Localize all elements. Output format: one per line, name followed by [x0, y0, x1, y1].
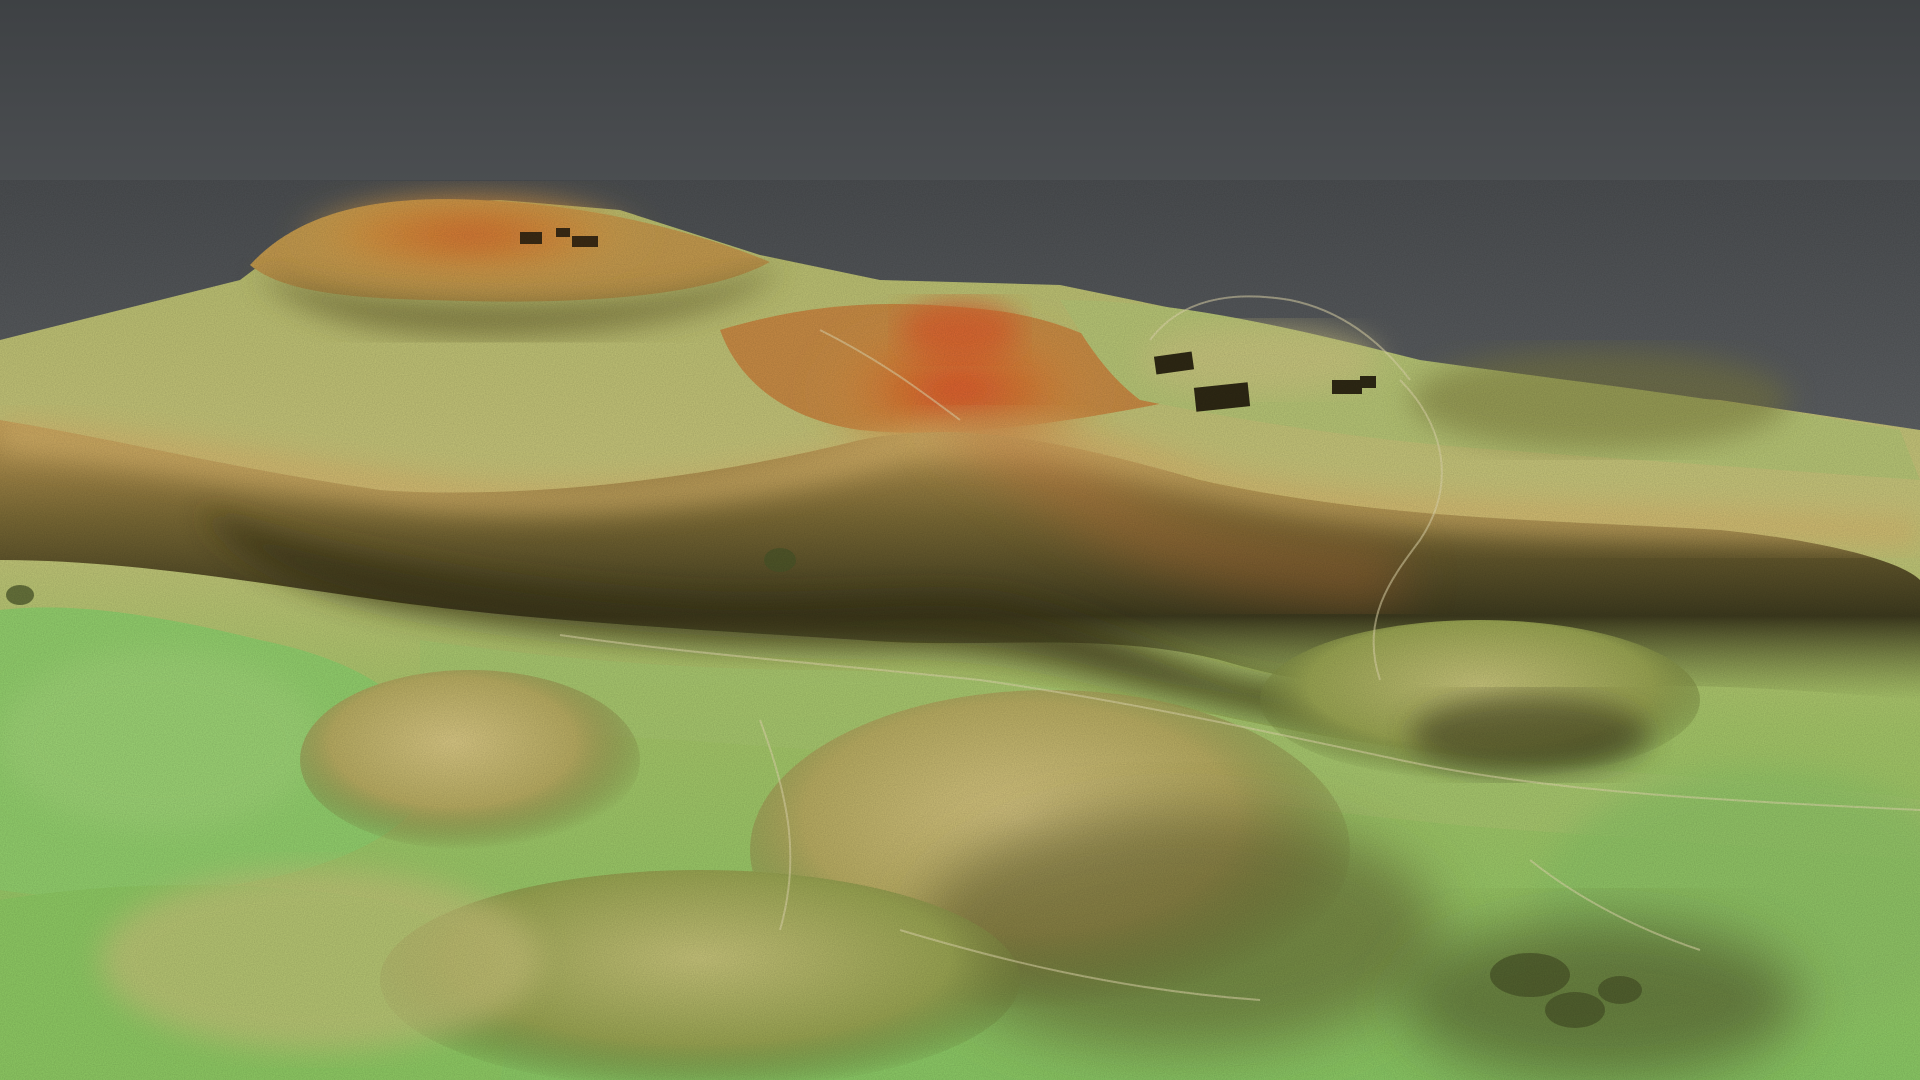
terrain-scene: [0, 0, 1920, 1080]
terrain-render: [0, 0, 1920, 1080]
relief-texture: [0, 180, 1920, 1080]
